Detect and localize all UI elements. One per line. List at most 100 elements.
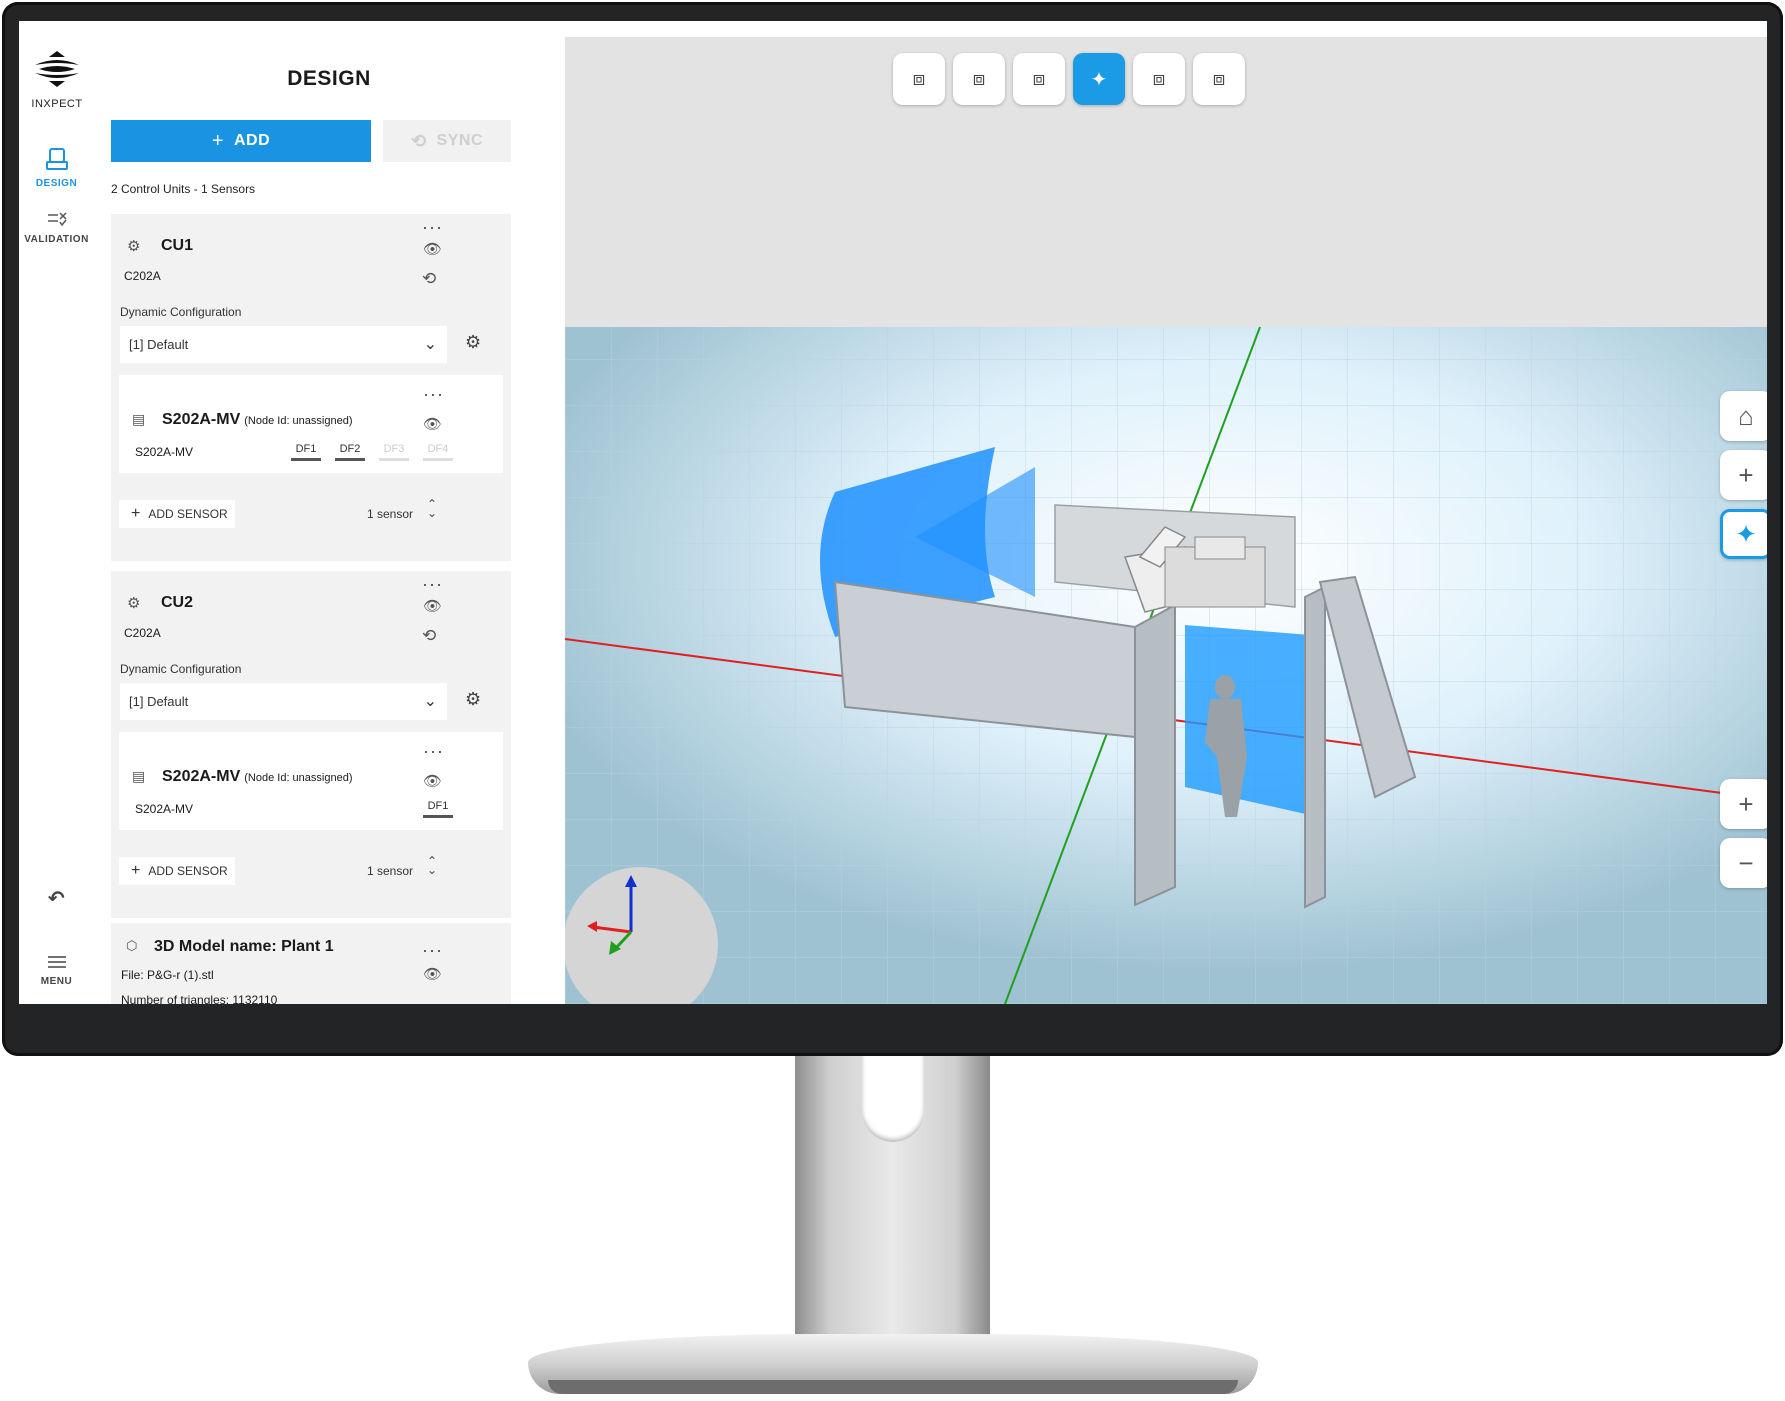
fence	[1134, 603, 1176, 907]
view-side-button[interactable]: ⧈	[953, 53, 1005, 105]
more-options-icon[interactable]: ···	[422, 218, 443, 236]
control-unit-card: ··· ⚙︎ CU1 👁︎ C202A ⟲ Dynamic Configurat…	[111, 214, 511, 561]
eye-icon[interactable]: 👁︎	[423, 240, 442, 258]
add-button[interactable]: + ADD	[111, 120, 371, 162]
view-top-button[interactable]: ⧈	[1013, 53, 1065, 105]
model-triangles: Number of triangles: 1132110	[121, 993, 278, 1004]
df-tab-1[interactable]: DF1	[291, 443, 321, 461]
view-orbit-button[interactable]: ✦	[1073, 53, 1125, 105]
sensor-count: 1 sensor	[367, 507, 414, 521]
df-tab-2[interactable]: DF2	[335, 443, 365, 461]
orbit-button[interactable]: ✦	[1720, 509, 1767, 559]
add-sensor-button[interactable]: + ADD SENSOR	[119, 857, 235, 885]
gear-icon[interactable]: ⚙	[465, 332, 481, 353]
zoom-out-icon: −	[1738, 847, 1754, 878]
monitor-stand-base-edge	[548, 1380, 1238, 1394]
view-back-button[interactable]: ⧈	[1133, 53, 1185, 105]
rail-design-label: DESIGN	[35, 178, 78, 189]
more-options-icon[interactable]: ···	[422, 575, 443, 593]
sensor-name: S202A-MV (Node Id: unassigned)	[162, 411, 352, 429]
design-icon	[45, 148, 68, 170]
scene-canvas[interactable]	[565, 37, 1767, 1004]
eye-icon[interactable]: 👁︎	[423, 772, 442, 790]
control-unit-card: ··· ⚙︎ CU2 👁︎ C202A ⟲ Dynamic Configurat…	[111, 571, 511, 918]
view-front-button[interactable]: ⧈	[893, 53, 945, 105]
undo-button[interactable]: ↶	[19, 886, 94, 911]
sensor-card: ··· ▤ S202A-MV (Node Id: unassigned) 👁︎ S…	[119, 375, 503, 473]
home-view-button[interactable]: ⌂	[1720, 391, 1767, 441]
sensor-card: ··· ▤ S202A-MV (Node Id: unassigned) 👁︎ S…	[119, 732, 503, 830]
panel-title: DESIGN	[287, 67, 371, 90]
cube-iso-icon: ⧈	[1212, 67, 1226, 90]
inxpect-logo-icon	[35, 51, 79, 87]
view-iso-button[interactable]: ⧈	[1193, 53, 1245, 105]
df-tab-3[interactable]: DF3	[379, 443, 409, 461]
chevron-down-icon: ⌄	[423, 336, 437, 353]
dyn-config-label: Dynamic Configuration	[120, 305, 242, 319]
refresh-icon[interactable]: ⟲	[422, 626, 436, 646]
sync-icon: ⟲	[410, 130, 427, 151]
zoom-in-icon: +	[1738, 788, 1754, 819]
dyn-config-label: Dynamic Configuration	[120, 662, 242, 676]
df-tab-4[interactable]: DF4	[423, 443, 453, 461]
more-options-icon[interactable]: ···	[423, 385, 444, 403]
gear-icon[interactable]: ⚙	[465, 689, 481, 710]
add-sensor-label: ADD SENSOR	[148, 864, 228, 878]
sensor-node-id: (Node Id: unassigned)	[244, 772, 353, 784]
add-sensor-label: ADD SENSOR	[148, 507, 228, 521]
app-screen: INXPECT DESIGN VALIDATION ↶ MENU DESIGN …	[19, 21, 1767, 1004]
sync-button[interactable]: ⟲ SYNC	[383, 120, 511, 162]
summary-text: 2 Control Units - 1 Sensors	[111, 182, 256, 196]
add-sensor-button[interactable]: + ADD SENSOR	[119, 500, 235, 528]
brand-logo[interactable]: INXPECT	[31, 49, 83, 110]
more-options-icon[interactable]: ···	[423, 742, 444, 760]
more-options-icon[interactable]: ···	[422, 941, 443, 959]
sensor-icon: ▤	[132, 411, 146, 427]
undo-icon: ↶	[47, 888, 66, 910]
collapse-icon[interactable]: ⌃ ⌄	[427, 855, 437, 876]
chip-icon: ⚙︎	[127, 595, 141, 612]
validation-icon	[47, 212, 67, 227]
sync-label: SYNC	[436, 132, 484, 149]
rail-item-design[interactable]: DESIGN	[19, 147, 94, 189]
orbit-icon: ✦	[1090, 68, 1108, 91]
dyn-config-select[interactable]: [1] Default ⌄	[120, 683, 447, 720]
cu-model: C202A	[124, 626, 161, 640]
chevron-down-icon: ⌄	[423, 693, 437, 710]
cu-name: CU2	[161, 594, 194, 611]
sensor-count: 1 sensor	[367, 864, 414, 878]
dyn-config-select[interactable]: [1] Default ⌄	[120, 326, 447, 363]
zoom-in-button[interactable]: +	[1720, 779, 1767, 829]
sensor-node-id: (Node Id: unassigned)	[244, 415, 353, 427]
model-file: File: P&G-r (1).stl	[121, 968, 214, 982]
refresh-icon[interactable]: ⟲	[422, 269, 436, 289]
collapse-icon[interactable]: ⌃ ⌄	[427, 498, 437, 519]
machine-top	[1194, 536, 1246, 560]
menu-button[interactable]: MENU	[19, 955, 94, 987]
zoom-out-button[interactable]: −	[1720, 838, 1767, 888]
rail-validation-label: VALIDATION	[24, 234, 89, 245]
axis-gizmo[interactable]	[565, 867, 718, 1004]
eye-icon[interactable]: 👁︎	[423, 965, 442, 983]
cube-side-icon: ⧈	[972, 67, 986, 90]
rail-menu-label: MENU	[40, 976, 73, 987]
model-name: 3D Model name: Plant 1	[154, 938, 334, 955]
rail-item-validation[interactable]: VALIDATION	[19, 211, 94, 245]
dyn-config-value: [1] Default	[129, 337, 189, 352]
pan-button[interactable]: +	[1720, 450, 1767, 500]
eye-icon[interactable]: 👁︎	[423, 597, 442, 615]
design-panel: DESIGN + ADD ⟲ SYNC 2 Control Units - 1 …	[94, 21, 564, 1004]
sensor-name-text: S202A-MV	[162, 411, 241, 428]
brand-name: INXPECT	[31, 98, 83, 110]
eye-icon[interactable]: 👁︎	[423, 415, 442, 433]
chip-icon: ⚙︎	[127, 238, 141, 255]
left-rail: INXPECT DESIGN VALIDATION ↶ MENU	[19, 21, 94, 1004]
hamburger-icon	[47, 956, 66, 968]
sensor-icon: ▤	[132, 768, 146, 784]
person-head	[1215, 675, 1235, 699]
df-tab-1[interactable]: DF1	[423, 800, 453, 818]
cube-icon: ⬡	[126, 938, 138, 953]
sensor-name-text: S202A-MV	[162, 768, 241, 785]
home-icon: ⌂	[1738, 400, 1754, 431]
3d-viewport[interactable]: ⧈ ⧈ ⧈ ✦ ⧈ ⧈ ⌂ + ✦ + −	[565, 37, 1767, 1004]
